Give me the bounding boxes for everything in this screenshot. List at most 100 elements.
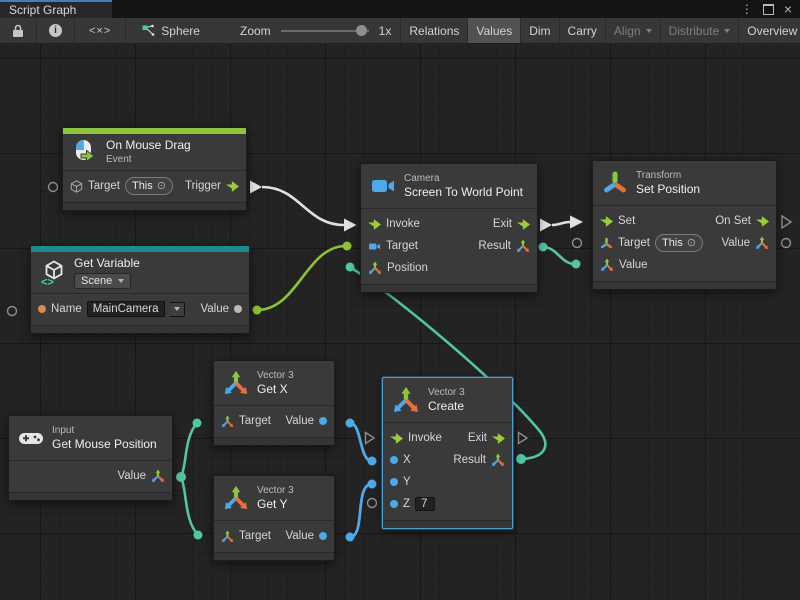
wire-mouse-to-getx[interactable] (181, 423, 197, 477)
align-button[interactable]: Align (606, 18, 661, 43)
graph-canvas[interactable]: On Mouse Drag Event Target This⊙ Trigger (0, 44, 800, 600)
info-button[interactable]: i (37, 18, 75, 43)
node-on-mouse-drag[interactable]: On Mouse Drag Event Target This⊙ Trigger (62, 127, 247, 211)
code-view-button[interactable]: <×> (75, 18, 126, 43)
unconnected-port[interactable] (573, 239, 582, 248)
vector3-port-icon[interactable] (516, 239, 530, 253)
node-get-y[interactable]: Vector 3 Get Y Target Value (213, 475, 335, 561)
tab-bar: Script Graph ⋮ × (0, 0, 800, 18)
dim-button[interactable]: Dim (521, 18, 559, 43)
flow-arrow-icon[interactable] (492, 433, 505, 444)
flow-arrow-icon[interactable] (390, 433, 403, 444)
flow-arrow-icon[interactable] (756, 216, 769, 227)
node-category: Transform (636, 169, 700, 182)
unconnected-port[interactable] (49, 183, 58, 192)
node-create-vector3[interactable]: Vector 3 Create Invoke Exit X Result Y Z… (382, 377, 513, 529)
value-port[interactable] (319, 417, 327, 425)
name-port[interactable] (38, 305, 46, 313)
wire-result-to-value[interactable] (543, 247, 575, 264)
port-label-value-in: Value (619, 259, 648, 271)
flow-arrow-icon[interactable] (600, 216, 613, 227)
vector3-port-icon[interactable] (151, 469, 165, 483)
wire-gety-to-y[interactable] (350, 484, 372, 537)
port-dot[interactable] (193, 419, 202, 428)
port-dot[interactable] (368, 480, 377, 489)
port-dot[interactable] (194, 531, 203, 540)
camera-port-icon[interactable] (368, 240, 381, 253)
node-get-mouse-position[interactable]: Input Get Mouse Position Value (8, 415, 173, 501)
node-get-x[interactable]: Vector 3 Get X Target Value (213, 360, 335, 446)
port-dot[interactable] (516, 454, 526, 464)
flow-arrow-icon[interactable] (517, 219, 530, 230)
port-label-value: Value (285, 530, 314, 542)
close-icon[interactable]: × (784, 2, 792, 16)
transform-port-icon[interactable] (600, 237, 613, 250)
port-label-target: Target (618, 237, 650, 249)
lock-button[interactable] (0, 18, 37, 43)
port-dot[interactable] (176, 472, 186, 482)
menu-icon[interactable]: ⋮ (741, 3, 753, 15)
flow-out-arrow[interactable] (250, 181, 262, 194)
tab-script-graph[interactable]: Script Graph (0, 0, 112, 18)
graph-toolbar: i <×> Sphere Zoom 1x Relations Values Di… (0, 18, 800, 44)
zoom-control: Zoom 1x (231, 18, 400, 43)
maximize-icon[interactable] (763, 4, 774, 15)
y-port[interactable] (390, 478, 398, 486)
port-dot[interactable] (539, 243, 548, 252)
vector3-port-icon[interactable] (221, 530, 234, 543)
port-dot[interactable] (346, 533, 355, 542)
node-set-position[interactable]: Transform Set Position Set On Set Target… (592, 160, 777, 290)
port-dot[interactable] (572, 260, 581, 269)
flow-in-arrow[interactable] (344, 219, 357, 232)
vector3-port-icon[interactable] (600, 258, 614, 272)
node-get-variable[interactable]: Get Variable Scene Name MainCamera Value (30, 245, 250, 334)
flow-in-arrow[interactable] (570, 216, 583, 229)
this-chip[interactable]: This⊙ (125, 177, 173, 195)
zoom-slider-handle[interactable] (356, 25, 367, 36)
unconnected-port[interactable] (368, 499, 377, 508)
vector3-port-icon[interactable] (491, 453, 505, 467)
x-port[interactable] (390, 456, 398, 464)
port-label-on-set: On Set (715, 215, 751, 227)
unconnected-port[interactable] (8, 307, 17, 316)
wire-mouse-to-gety[interactable] (181, 477, 198, 535)
port-dot[interactable] (346, 263, 355, 272)
value-port[interactable] (234, 305, 242, 313)
carry-button[interactable]: Carry (560, 18, 606, 43)
node-footer (593, 281, 776, 289)
unconnected-flow-port[interactable] (519, 433, 528, 444)
unconnected-flow-port[interactable] (782, 216, 791, 228)
variable-scope-dropdown[interactable]: Scene (74, 273, 131, 289)
variable-name-field[interactable]: MainCamera (87, 301, 165, 317)
values-button[interactable]: Values (468, 18, 521, 43)
overview-button[interactable]: Overview (739, 18, 800, 43)
value-port[interactable] (319, 532, 327, 540)
variable-name-dropdown[interactable] (170, 302, 185, 317)
gameobject-cube-icon (70, 180, 83, 193)
z-port[interactable] (390, 500, 398, 508)
unconnected-flow-port[interactable] (366, 433, 375, 444)
flow-arrow-icon[interactable] (368, 219, 381, 230)
port-dot[interactable] (343, 242, 352, 251)
port-dot[interactable] (368, 457, 377, 466)
unconnected-port[interactable] (782, 239, 791, 248)
relations-button[interactable]: Relations (400, 18, 468, 43)
this-chip[interactable]: This⊙ (655, 234, 703, 252)
vector3-port-icon[interactable] (368, 261, 382, 275)
port-dot[interactable] (346, 419, 355, 428)
wire-exit-to-set[interactable] (552, 222, 570, 225)
distribute-button[interactable]: Distribute (661, 18, 740, 43)
flow-out-arrow[interactable] (540, 219, 552, 232)
port-label-result: Result (453, 454, 486, 466)
wire-variable-to-target[interactable] (257, 246, 346, 310)
node-footer (31, 325, 249, 333)
wire-trigger-to-invoke[interactable] (262, 187, 344, 225)
vector3-port-icon[interactable] (221, 415, 234, 428)
z-value-field[interactable]: 7 (415, 497, 435, 511)
node-screen-to-world-point[interactable]: Camera Screen To World Point Invoke Exit… (360, 163, 538, 293)
vector3-port-icon[interactable] (755, 236, 769, 250)
zoom-slider[interactable] (281, 30, 369, 32)
port-dot[interactable] (253, 306, 262, 315)
breadcrumb[interactable]: Sphere (126, 18, 209, 43)
flow-arrow-icon[interactable] (226, 181, 239, 192)
